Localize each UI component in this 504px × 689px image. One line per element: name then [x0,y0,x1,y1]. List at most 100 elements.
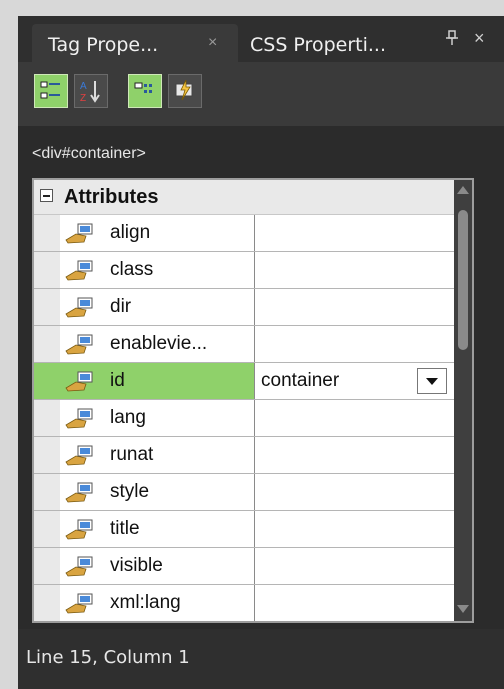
row-gutter [34,400,60,436]
property-value-cell[interactable] [255,252,454,288]
show-set-properties-icon [134,82,152,93]
property-icon [64,222,98,244]
property-icon [64,481,98,503]
collapse-icon[interactable] [40,189,53,202]
property-row[interactable]: id container [34,363,454,400]
property-row[interactable]: enablevie... [34,326,454,363]
property-name: class [110,259,154,280]
svg-text:A: A [80,81,87,92]
property-name-cell[interactable]: style [60,474,255,510]
row-gutter [34,363,60,399]
property-icon [64,518,98,540]
categorized-view-button[interactable] [34,74,68,108]
property-row[interactable]: visible [34,548,454,585]
row-gutter [34,474,60,510]
property-name-cell[interactable]: align [60,215,255,251]
property-value-cell[interactable] [255,511,454,547]
svg-text:Z: Z [80,93,86,104]
scroll-down-icon[interactable] [457,605,469,613]
property-row[interactable]: class [34,252,454,289]
close-icon[interactable]: × [474,28,485,49]
scroll-up-icon[interactable] [457,186,469,194]
property-row[interactable]: runat [34,437,454,474]
property-name-cell[interactable]: xml:lang [60,585,255,621]
tag-properties-panel: Tag Prope... × CSS Properti... × A Z <di… [18,16,504,689]
vertical-scrollbar[interactable] [454,180,472,621]
property-value: container [261,370,340,391]
row-gutter [34,326,60,362]
property-grid-body: Attributes align class dir enablevie... id co… [34,180,454,621]
property-value-cell[interactable] [255,548,454,584]
property-value-cell[interactable] [255,289,454,325]
categorized-view-icon [40,81,60,99]
property-name-cell[interactable]: class [60,252,255,288]
property-name-cell[interactable]: title [60,511,255,547]
property-value-cell[interactable] [255,585,454,621]
property-row[interactable]: style [34,474,454,511]
property-name: dir [110,296,132,317]
property-name: title [110,518,140,539]
row-gutter [34,585,60,621]
tab-label: CSS Properti... [250,34,386,56]
property-value-cell[interactable]: container [255,363,454,399]
tab-strip: Tag Prope... × CSS Properti... × [18,16,504,62]
property-grid: Attributes align class dir enablevie... id co… [32,178,474,623]
show-events-button[interactable] [168,74,202,108]
alphabetical-sort-icon: A Z [80,81,100,104]
dropdown-arrow-icon[interactable] [417,368,447,394]
property-value-cell[interactable] [255,400,454,436]
property-icon [64,444,98,466]
row-gutter [34,511,60,547]
property-name-cell[interactable]: dir [60,289,255,325]
row-gutter [34,437,60,473]
scroll-thumb[interactable] [458,210,468,350]
property-icon [64,370,98,392]
property-row[interactable]: title [34,511,454,548]
property-name: align [110,222,151,243]
property-row[interactable]: dir [34,289,454,326]
property-value-cell[interactable] [255,326,454,362]
row-gutter [34,215,60,251]
alphabetical-sort-button[interactable]: A Z [74,74,108,108]
property-icon [64,407,98,429]
property-value-cell[interactable] [255,474,454,510]
property-name: runat [110,444,154,465]
property-name-cell[interactable]: lang [60,400,255,436]
category-label: Attributes [64,186,159,208]
row-gutter [34,548,60,584]
property-name: enablevie... [110,333,208,354]
cursor-position: Line 15, Column 1 [26,647,190,668]
breadcrumb: <div#container> [32,145,146,162]
tab-label: Tag Prope... [48,34,159,56]
property-value-cell[interactable] [255,215,454,251]
property-row[interactable]: align [34,215,454,252]
row-gutter [34,252,60,288]
property-value-cell[interactable] [255,437,454,473]
toolbar: A Z [18,62,504,126]
property-name-cell[interactable]: id [60,363,255,399]
property-name-cell[interactable]: enablevie... [60,326,255,362]
property-name-cell[interactable]: visible [60,548,255,584]
property-icon [64,333,98,355]
property-icon [64,592,98,614]
show-set-properties-button[interactable] [128,74,162,108]
property-icon [64,555,98,577]
property-name: id [110,370,125,391]
property-row[interactable]: xml:lang [34,585,454,621]
property-name: style [110,481,150,502]
status-bar: Line 15, Column 1 [18,629,504,689]
property-name: lang [110,407,146,428]
property-icon [64,259,98,281]
show-events-icon [175,79,193,101]
property-row[interactable]: lang [34,400,454,437]
category-row[interactable]: Attributes [34,180,454,215]
tab-css-properties[interactable]: CSS Properti... [240,24,420,62]
property-name-cell[interactable]: runat [60,437,255,473]
pin-icon[interactable] [446,30,458,50]
tab-close-icon[interactable]: × [208,34,217,52]
tab-tag-properties[interactable]: Tag Prope... × [32,24,238,62]
property-icon [64,296,98,318]
property-name: xml:lang [110,592,181,613]
row-gutter [34,289,60,325]
property-name: visible [110,555,163,576]
